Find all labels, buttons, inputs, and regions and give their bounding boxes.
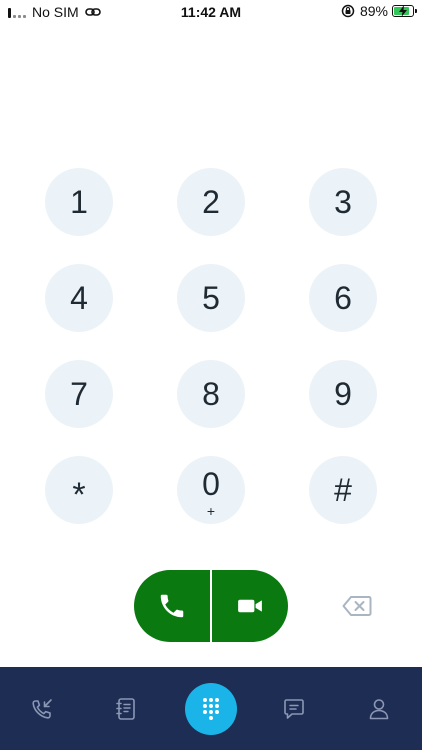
person-icon <box>369 698 389 719</box>
backspace-icon <box>342 596 372 616</box>
backspace-button[interactable] <box>340 592 374 620</box>
key-6[interactable]: 6 <box>309 264 377 332</box>
key-digit: 4 <box>70 280 88 316</box>
key-digit: 1 <box>70 184 88 220</box>
dialer-screen: No SIM 11:42 AM 89% 1 2 3 4 5 6 7 8 9 * … <box>0 0 422 750</box>
key-7[interactable]: 7 <box>45 360 113 428</box>
recent-calls-icon <box>32 698 52 719</box>
key-digit: 8 <box>202 376 220 412</box>
key-3[interactable]: 3 <box>309 168 377 236</box>
key-8[interactable]: 8 <box>177 360 245 428</box>
key-digit: 6 <box>334 280 352 316</box>
nav-dialpad[interactable] <box>185 683 237 735</box>
key-digit: 3 <box>334 184 352 220</box>
key-digit: 7 <box>70 376 88 412</box>
key-digit: 2 <box>202 184 220 220</box>
key-9[interactable]: 9 <box>309 360 377 428</box>
chat-icon <box>284 698 304 719</box>
nav-messages[interactable] <box>264 667 324 750</box>
key-1[interactable]: 1 <box>45 168 113 236</box>
call-button-group <box>134 570 288 642</box>
key-digit: 9 <box>334 376 352 412</box>
phone-icon <box>160 594 184 618</box>
video-call-button[interactable] <box>212 570 288 642</box>
key-digit: # <box>334 472 352 508</box>
nav-recent-calls[interactable] <box>12 667 72 750</box>
key-hash[interactable]: # <box>309 456 377 524</box>
nav-contacts[interactable] <box>96 667 156 750</box>
video-camera-icon <box>238 599 262 613</box>
dialpad-icon <box>203 698 219 720</box>
key-sub-label: + <box>206 503 216 519</box>
dial-keypad: 1 2 3 4 5 6 7 8 9 * 0 + # <box>0 0 422 560</box>
key-5[interactable]: 5 <box>177 264 245 332</box>
key-0[interactable]: 0 + <box>177 456 245 524</box>
key-digit: * <box>72 476 86 514</box>
key-digit: 5 <box>202 280 220 316</box>
key-4[interactable]: 4 <box>45 264 113 332</box>
key-star[interactable]: * <box>45 456 113 524</box>
key-2[interactable]: 2 <box>177 168 245 236</box>
voice-call-button[interactable] <box>134 570 210 642</box>
key-digit: 0 <box>202 466 220 502</box>
contacts-book-icon <box>116 697 135 720</box>
nav-profile[interactable] <box>349 667 409 750</box>
